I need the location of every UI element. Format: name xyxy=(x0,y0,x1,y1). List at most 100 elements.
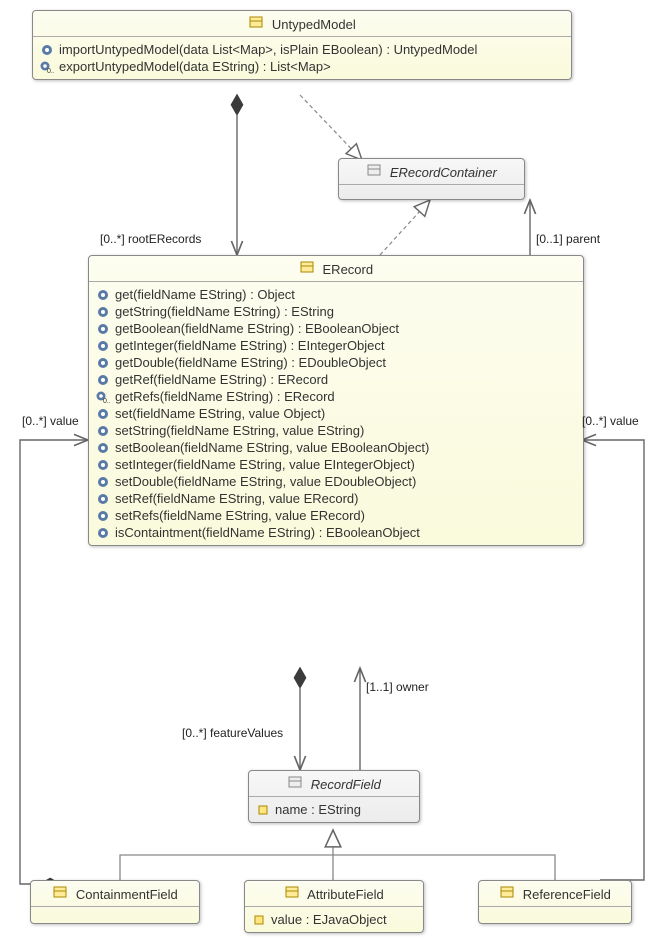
label-rooterecords: [0..*] rootERecords xyxy=(100,232,201,246)
class-icon xyxy=(284,885,300,899)
operation-text: getString(fieldName EString) : EString xyxy=(115,304,334,319)
operation-text: setInteger(fieldName EString, value EInt… xyxy=(115,457,415,472)
operation-text: getDouble(fieldName EString) : EDoubleOb… xyxy=(115,355,386,370)
class-ops: get(fieldName EString) : Object getString… xyxy=(89,282,583,545)
abstract-class-icon xyxy=(287,775,303,789)
class-name: RecordField xyxy=(311,777,381,792)
attribute-row: name : EString xyxy=(255,801,413,818)
class-name: ContainmentField xyxy=(76,887,178,902)
operation-row: setString(fieldName EString, value EStri… xyxy=(95,422,577,439)
operation-icon xyxy=(39,44,55,56)
class-body-empty xyxy=(31,907,199,923)
class-name: AttributeField xyxy=(307,887,384,902)
label-value-left: [0..*] value xyxy=(22,414,79,428)
operation-icon xyxy=(95,510,111,522)
operation-row: 0..* getRefs(fieldName EString) : ERecord xyxy=(95,388,577,405)
operation-icon xyxy=(95,323,111,335)
svg-text:0..*: 0..* xyxy=(103,398,110,403)
class-name: UntypedModel xyxy=(272,17,356,32)
operation-icon xyxy=(95,476,111,488)
operation-row: getDouble(fieldName EString) : EDoubleOb… xyxy=(95,354,577,371)
class-title: ERecord xyxy=(89,256,583,282)
operation-icon xyxy=(95,408,111,420)
class-referencefield: ReferenceField xyxy=(478,880,632,924)
operation-icon xyxy=(95,425,111,437)
operation-multi-icon: 0..* xyxy=(39,61,55,73)
operation-text: getRefs(fieldName EString) : ERecord xyxy=(115,389,335,404)
attribute-row: value : EJavaObject xyxy=(251,911,417,928)
operation-row: setRef(fieldName EString, value ERecord) xyxy=(95,490,577,507)
operation-text: set(fieldName EString, value Object) xyxy=(115,406,325,421)
class-name: ERecord xyxy=(323,262,374,277)
attribute-icon xyxy=(255,804,271,816)
class-body-empty xyxy=(339,185,524,199)
attribute-icon xyxy=(251,914,267,926)
class-erecordcontainer: ERecordContainer xyxy=(338,158,525,200)
operation-text: setRef(fieldName EString, value ERecord) xyxy=(115,491,359,506)
operation-multi-icon: 0..* xyxy=(95,391,111,403)
class-name: ERecordContainer xyxy=(390,165,497,180)
operation-icon xyxy=(95,442,111,454)
class-attributefield: AttributeField value : EJavaObject xyxy=(244,880,424,933)
operation-row: getRef(fieldName EString) : ERecord xyxy=(95,371,577,388)
operation-text: getBoolean(fieldName EString) : EBoolean… xyxy=(115,321,399,336)
class-icon xyxy=(52,885,68,899)
operation-icon xyxy=(95,357,111,369)
operation-icon xyxy=(95,289,111,301)
class-icon xyxy=(248,15,264,29)
operation-row: setBoolean(fieldName EString, value EBoo… xyxy=(95,439,577,456)
operation-text: isContaintment(fieldName EString) : EBoo… xyxy=(115,525,420,540)
class-title: ERecordContainer xyxy=(339,159,524,185)
class-title: UntypedModel xyxy=(33,11,571,37)
operation-row: setDouble(fieldName EString, value EDoub… xyxy=(95,473,577,490)
class-title: ReferenceField xyxy=(479,881,631,907)
operation-row: getInteger(fieldName EString) : EInteger… xyxy=(95,337,577,354)
operation-text: exportUntypedModel(data EString) : List<… xyxy=(59,59,331,74)
class-attrs: value : EJavaObject xyxy=(245,907,423,932)
operation-text: setBoolean(fieldName EString, value EBoo… xyxy=(115,440,429,455)
operation-text: getInteger(fieldName EString) : EInteger… xyxy=(115,338,385,353)
class-recordfield: RecordField name : EString xyxy=(248,770,420,823)
attribute-text: value : EJavaObject xyxy=(271,912,387,927)
operation-text: getRef(fieldName EString) : ERecord xyxy=(115,372,328,387)
class-ops: importUntypedModel(data List<Map>, isPla… xyxy=(33,37,571,79)
operation-icon xyxy=(95,527,111,539)
operation-row: getBoolean(fieldName EString) : EBoolean… xyxy=(95,320,577,337)
operation-text: setString(fieldName EString, value EStri… xyxy=(115,423,364,438)
class-attrs: name : EString xyxy=(249,797,419,822)
operation-text: importUntypedModel(data List<Map>, isPla… xyxy=(59,42,477,57)
operation-icon xyxy=(95,374,111,386)
class-name: ReferenceField xyxy=(523,887,611,902)
attribute-text: name : EString xyxy=(275,802,361,817)
operation-text: setRefs(fieldName EString, value ERecord… xyxy=(115,508,365,523)
class-title: RecordField xyxy=(249,771,419,797)
class-body-empty xyxy=(479,907,631,923)
operation-text: get(fieldName EString) : Object xyxy=(115,287,295,302)
abstract-class-icon xyxy=(366,163,382,177)
operation-row: isContaintment(fieldName EString) : EBoo… xyxy=(95,524,577,541)
operation-icon xyxy=(95,306,111,318)
class-title: AttributeField xyxy=(245,881,423,907)
class-icon xyxy=(499,885,515,899)
operation-row: get(fieldName EString) : Object xyxy=(95,286,577,303)
operation-row: setInteger(fieldName EString, value EInt… xyxy=(95,456,577,473)
operation-icon xyxy=(95,340,111,352)
operation-row: set(fieldName EString, value Object) xyxy=(95,405,577,422)
class-untypedmodel: UntypedModel importUntypedModel(data Lis… xyxy=(32,10,572,80)
operation-row: getString(fieldName EString) : EString xyxy=(95,303,577,320)
label-featurevalues: [0..*] featureValues xyxy=(182,726,283,740)
class-containmentfield: ContainmentField xyxy=(30,880,200,924)
operation-row: importUntypedModel(data List<Map>, isPla… xyxy=(39,41,565,58)
operation-icon xyxy=(95,459,111,471)
class-erecord: ERecord get(fieldName EString) : Objectg… xyxy=(88,255,584,546)
operation-row: 0..* exportUntypedModel(data EString) : … xyxy=(39,58,565,75)
operation-text: setDouble(fieldName EString, value EDoub… xyxy=(115,474,416,489)
class-title: ContainmentField xyxy=(31,881,199,907)
operation-icon xyxy=(95,493,111,505)
class-icon xyxy=(299,260,315,274)
label-owner: [1..1] owner xyxy=(366,680,429,694)
label-parent: [0..1] parent xyxy=(536,232,600,246)
operation-row: setRefs(fieldName EString, value ERecord… xyxy=(95,507,577,524)
svg-text:0..*: 0..* xyxy=(47,68,54,73)
label-value-right: [0..*] value xyxy=(582,414,639,428)
